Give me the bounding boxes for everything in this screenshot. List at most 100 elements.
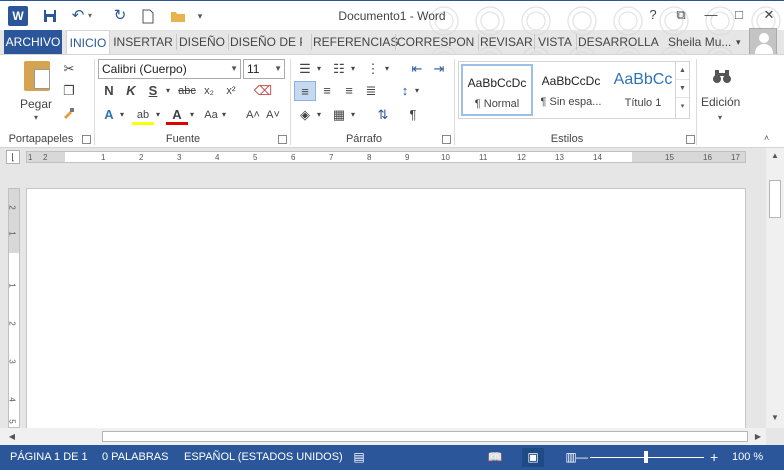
scroll-down-icon[interactable]: ▼	[766, 410, 784, 426]
style-heading-1[interactable]: AaBbCc Título 1	[607, 64, 679, 116]
line-spacing-dropdown-icon[interactable]: ▾	[412, 81, 422, 101]
vertical-ruler[interactable]: 2 1 1 2 3 4 5	[8, 188, 20, 428]
align-right-icon[interactable]: ≡	[338, 81, 360, 101]
paste-dropdown-icon[interactable]: ▾	[34, 113, 38, 122]
ruler-number: 2	[7, 321, 17, 326]
scroll-right-icon[interactable]: ▶	[750, 428, 766, 445]
paste-button[interactable]: Pegar	[20, 97, 52, 111]
shrink-font-button[interactable]: A˅	[262, 105, 284, 125]
scroll-up-icon[interactable]: ▲	[766, 148, 784, 164]
tab-insertar[interactable]: INSERTAR	[113, 30, 173, 54]
tab-selector-icon[interactable]: ⌊	[6, 150, 20, 164]
user-dropdown-icon[interactable]: ▾	[736, 30, 741, 54]
italic-button[interactable]: K	[120, 81, 142, 101]
superscript-button[interactable]: x²	[220, 81, 242, 101]
tab-vista[interactable]: VISTA	[536, 30, 574, 54]
clipboard-dialog-launcher-icon[interactable]	[82, 135, 91, 144]
page-count[interactable]: PÁGINA 1 DE 1	[10, 445, 88, 470]
bullets-dropdown-icon[interactable]: ▾	[314, 59, 324, 79]
help-button[interactable]: ?	[640, 4, 666, 26]
justify-icon[interactable]: ≣	[360, 81, 382, 101]
horizontal-scroll-thumb[interactable]	[102, 431, 748, 442]
zoom-level[interactable]: 100 %	[732, 445, 763, 470]
multilevel-dropdown-icon[interactable]: ▾	[382, 59, 392, 79]
font-dialog-launcher-icon[interactable]	[278, 135, 287, 144]
document-page[interactable]	[26, 188, 746, 428]
copy-icon[interactable]: ❐	[58, 81, 80, 101]
horizontal-scrollbar[interactable]: ◀ ▶	[0, 428, 766, 445]
decrease-indent-icon[interactable]: ⇤	[406, 59, 428, 79]
align-center-icon[interactable]: ≡	[316, 81, 338, 101]
ribbon-display-options-icon[interactable]: ⧉	[668, 4, 694, 26]
binoculars-icon[interactable]	[709, 63, 735, 89]
borders-icon[interactable]: ▦	[328, 105, 350, 125]
styles-up-icon[interactable]: ▲	[676, 62, 689, 80]
read-mode-icon[interactable]: 📖	[484, 448, 506, 467]
paragraph-dialog-launcher-icon[interactable]	[442, 135, 451, 144]
highlight-button[interactable]: ab	[132, 105, 154, 125]
editing-dropdown-icon[interactable]: ▾	[718, 113, 722, 122]
maximize-button[interactable]: □	[726, 4, 752, 26]
vertical-scrollbar[interactable]: ▲ ▼	[766, 148, 784, 428]
clear-formatting-icon[interactable]: ⌫	[252, 81, 274, 101]
cut-icon[interactable]: ✂	[58, 59, 80, 79]
tab-correspondencia[interactable]: CORRESPON	[397, 30, 474, 54]
tab-archivo[interactable]: ARCHIVO	[4, 30, 62, 54]
tab-referencias[interactable]: REFERENCIAS	[313, 30, 398, 54]
print-layout-icon[interactable]: ▣	[522, 448, 544, 467]
numbering-icon[interactable]: ☷	[328, 59, 350, 79]
collapse-ribbon-icon[interactable]: ˄	[764, 133, 769, 143]
shading-dropdown-icon[interactable]: ▾	[314, 105, 324, 125]
underline-button[interactable]: S	[142, 81, 164, 101]
track-changes-icon[interactable]: ▤	[348, 448, 370, 467]
styles-more-icon[interactable]: ▾	[676, 98, 689, 116]
font-color-button[interactable]: A	[166, 105, 188, 125]
style-no-spacing[interactable]: AaBbCcDc ¶ Sin espa...	[535, 64, 607, 116]
shading-icon[interactable]: ◈	[294, 105, 316, 125]
styles-dialog-launcher-icon[interactable]	[686, 135, 695, 144]
bullets-icon[interactable]: ☰	[294, 59, 316, 79]
font-size-combo[interactable]: 11 ▼	[243, 59, 285, 79]
font-name-dropdown-icon[interactable]: ▼	[230, 60, 238, 78]
font-name-combo[interactable]: Calibri (Cuerpo) ▼	[98, 59, 241, 79]
strikethrough-button[interactable]: abc	[176, 81, 198, 101]
tab-inicio[interactable]: INICIO	[66, 30, 110, 55]
multilevel-list-icon[interactable]: ⋮	[362, 59, 384, 79]
paste-icon[interactable]	[24, 61, 50, 91]
style-normal[interactable]: AaBbCcDc ¶ Normal	[461, 64, 533, 116]
zoom-slider-thumb[interactable]	[644, 451, 648, 463]
zoom-in-button[interactable]: +	[710, 445, 718, 470]
language-status[interactable]: ESPAÑOL (ESTADOS UNIDOS)	[184, 445, 343, 470]
avatar[interactable]	[749, 28, 777, 56]
word-count[interactable]: 0 PALABRAS	[102, 445, 168, 470]
highlight-dropdown-icon[interactable]: ▾	[152, 105, 164, 125]
subscript-button[interactable]: x₂	[198, 81, 220, 101]
user-name[interactable]: Sheila Mu...	[668, 30, 731, 54]
minimize-button[interactable]: —	[698, 4, 724, 26]
tab-diseno-de-pagina[interactable]: DISEÑO DE P	[230, 30, 302, 54]
zoom-out-button[interactable]: —	[576, 445, 588, 470]
vertical-scroll-thumb[interactable]	[769, 180, 781, 218]
numbering-dropdown-icon[interactable]: ▾	[348, 59, 358, 79]
sort-icon[interactable]: ⇅	[372, 105, 394, 125]
font-color-dropdown-icon[interactable]: ▾	[186, 105, 198, 125]
underline-dropdown-icon[interactable]: ▾	[162, 81, 174, 101]
bold-button[interactable]: N	[98, 81, 120, 101]
increase-indent-icon[interactable]: ⇥	[428, 59, 450, 79]
show-marks-button[interactable]: ¶	[402, 105, 424, 125]
styles-down-icon[interactable]: ▼	[676, 80, 689, 98]
tab-diseno[interactable]: DISEÑO	[178, 30, 226, 54]
tab-desarrollador[interactable]: DESARROLLA	[578, 30, 659, 54]
close-button[interactable]: ✕	[756, 4, 782, 26]
change-case-dropdown-icon[interactable]: ▾	[218, 105, 230, 125]
tab-revisar[interactable]: REVISAR	[480, 30, 533, 54]
borders-dropdown-icon[interactable]: ▾	[348, 105, 358, 125]
format-painter-icon[interactable]	[58, 103, 80, 123]
horizontal-ruler[interactable]: 1 2 1 2 3 4 5 6 7 8 9 10 11 12 13 14 15 …	[26, 151, 746, 163]
align-left-icon[interactable]: ≡	[294, 81, 316, 101]
editing-button[interactable]: Edición	[701, 95, 740, 109]
text-effects-dropdown-icon[interactable]: ▾	[116, 105, 128, 125]
font-size-dropdown-icon[interactable]: ▼	[274, 60, 282, 78]
grow-font-button[interactable]: A˄	[242, 105, 264, 125]
scroll-left-icon[interactable]: ◀	[4, 428, 20, 445]
